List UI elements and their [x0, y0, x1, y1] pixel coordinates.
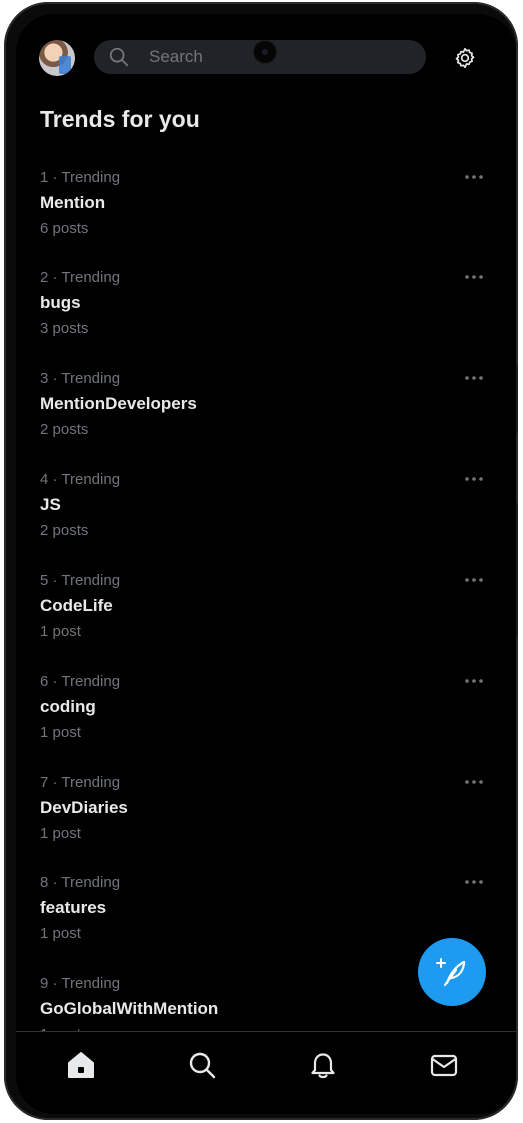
more-horizontal-icon[interactable]	[463, 372, 485, 384]
more-horizontal-icon[interactable]	[463, 574, 485, 586]
more-horizontal-icon[interactable]	[463, 171, 485, 183]
trend-post-count: 6 posts	[40, 220, 89, 237]
trend-name: DevDiaries	[40, 798, 128, 817]
trend-post-count: 1 post	[40, 623, 81, 640]
bottom-nav	[16, 1031, 516, 1114]
page-title: Trends for you	[40, 106, 200, 132]
trend-rank: 9 · Trending	[40, 975, 121, 992]
trend-rank: 5 · Trending	[40, 572, 121, 589]
search-placeholder: Search	[149, 47, 203, 66]
front-camera	[254, 41, 276, 63]
trend-item[interactable]: 1 · Trending Mention 6 posts	[16, 169, 516, 269]
trend-post-count: 3 posts	[40, 320, 89, 337]
trend-rank: 4 · Trending	[40, 471, 121, 488]
gear-icon[interactable]	[453, 46, 477, 70]
trend-name: features	[40, 898, 107, 917]
bell-icon[interactable]	[308, 1050, 338, 1080]
trend-post-count: 2 posts	[40, 421, 89, 438]
more-horizontal-icon[interactable]	[463, 876, 485, 888]
trend-item[interactable]: 2 · Trending bugs 3 posts	[16, 269, 516, 369]
search-icon	[109, 47, 129, 67]
trend-post-count: 1 post	[40, 925, 81, 942]
more-horizontal-icon[interactable]	[463, 776, 485, 788]
trend-name: coding	[40, 697, 96, 716]
trend-item[interactable]: 7 · Trending DevDiaries 1 post	[16, 774, 516, 874]
trend-item[interactable]: 3 · Trending MentionDevelopers 2 posts	[16, 370, 516, 470]
trend-rank: 3 · Trending	[40, 370, 121, 387]
compose-post-button[interactable]	[418, 938, 486, 1006]
phone-frame: Search Trends for you 1 · Trending Menti…	[4, 2, 518, 1120]
trend-rank: 8 · Trending	[40, 874, 121, 891]
trend-post-count: 1 post	[40, 825, 81, 842]
trend-name: bugs	[40, 293, 81, 312]
trend-item[interactable]: 4 · Trending JS 2 posts	[16, 471, 516, 571]
trend-name: MentionDevelopers	[40, 394, 197, 413]
trend-name: CodeLife	[40, 596, 113, 615]
home-icon[interactable]	[66, 1050, 96, 1080]
trend-item[interactable]: 6 · Trending coding 1 post	[16, 673, 516, 773]
more-horizontal-icon[interactable]	[463, 675, 485, 687]
trend-name: Mention	[40, 193, 106, 212]
trend-rank: 7 · Trending	[40, 774, 121, 791]
trend-name: JS	[40, 495, 61, 514]
trend-post-count: 2 posts	[40, 522, 89, 539]
more-horizontal-icon[interactable]	[463, 473, 485, 485]
compose-post-icon	[436, 958, 466, 987]
trend-item[interactable]: 5 · Trending CodeLife 1 post	[16, 572, 516, 672]
app-screen: Search Trends for you 1 · Trending Menti…	[16, 14, 516, 1114]
user-avatar[interactable]	[39, 40, 75, 76]
trend-rank: 6 · Trending	[40, 673, 121, 690]
more-horizontal-icon[interactable]	[463, 271, 485, 283]
trend-post-count: 1 post	[40, 724, 81, 741]
search-icon[interactable]	[187, 1050, 217, 1080]
trend-rank: 1 · Trending	[40, 169, 121, 186]
trend-rank: 2 · Trending	[40, 269, 121, 286]
top-bar: Search	[16, 14, 516, 104]
mail-icon[interactable]	[429, 1050, 459, 1080]
trend-name: GoGlobalWithMention	[40, 999, 219, 1018]
